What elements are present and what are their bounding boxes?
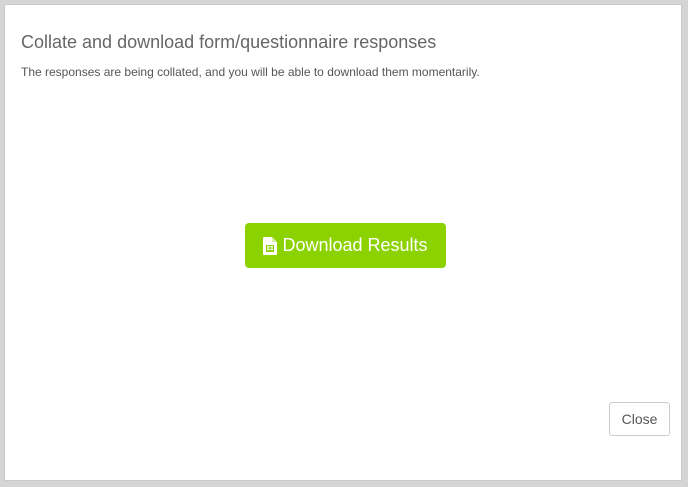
spreadsheet-file-icon [263, 236, 278, 255]
download-results-button[interactable]: Download Results [245, 223, 446, 268]
dialog-description: The responses are being collated, and yo… [21, 65, 480, 79]
dialog-title: Collate and download form/questionnaire … [21, 32, 437, 52]
collate-download-dialog: Collate and download form/questionnaire … [4, 4, 682, 481]
close-button[interactable]: Close [609, 402, 670, 436]
download-results-label: Download Results [282, 235, 428, 255]
